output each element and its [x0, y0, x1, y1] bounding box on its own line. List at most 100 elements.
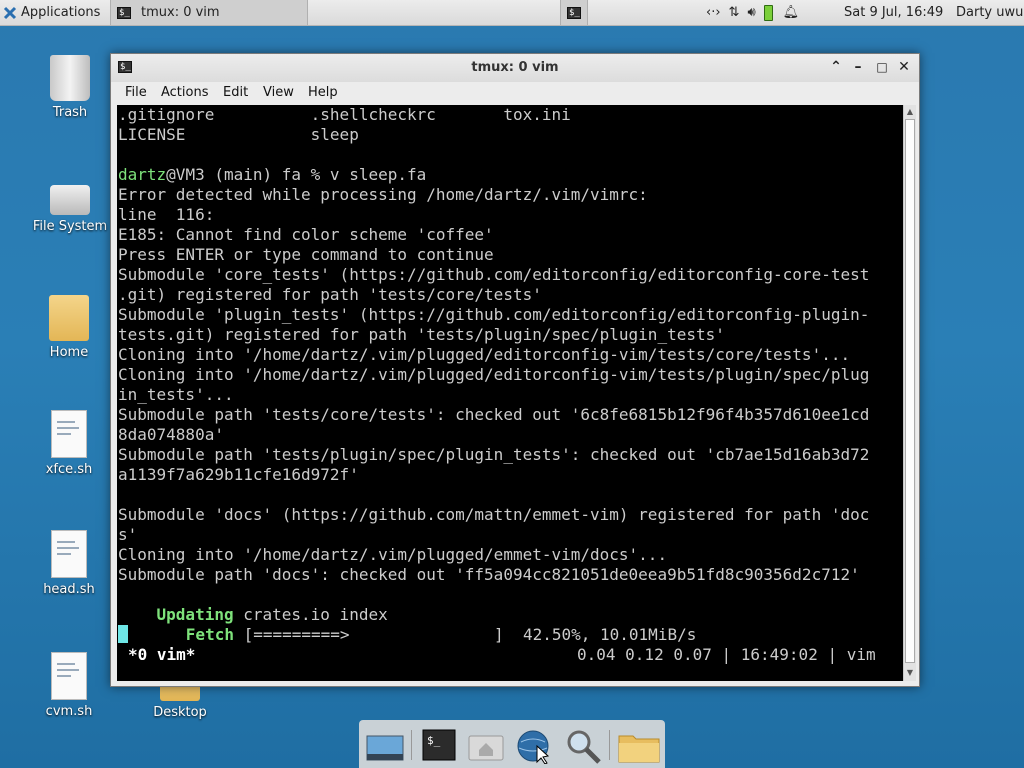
terminal-line: Submodule 'plugin_tests' (https://github… [118, 305, 870, 324]
terminal-line: in_tests'... [118, 385, 234, 404]
scroll-up-arrow-icon[interactable]: ▲ [905, 107, 915, 117]
bottom-dock: $_ [359, 720, 665, 768]
terminal-line: LICENSE sleep [118, 125, 359, 144]
terminal-line: line 116: [118, 205, 215, 224]
desktop-icon-home[interactable]: Home [24, 295, 114, 360]
transfer-icon[interactable]: ⇅ [729, 5, 740, 20]
script-file-icon [51, 410, 87, 458]
battery-icon[interactable] [763, 4, 773, 21]
applications-menu-button[interactable]: Applications [0, 0, 100, 25]
cargo-fetch-line: Fetch [=========> ] 42.50%, 10.01MiB/s [118, 625, 696, 645]
updating-text: crates.io index [233, 605, 388, 624]
terminal-output[interactable]: .gitignore .shellcheckrc tox.ini LICENSE… [117, 105, 903, 681]
dock-folder-button[interactable] [617, 728, 660, 764]
drive-icon [50, 185, 90, 215]
show-desktop-icon [366, 735, 404, 761]
system-tray: ‹·› ⇅ 🔊︎ 🔔︎ [706, 0, 807, 25]
terminal-icon: $_ [567, 6, 581, 19]
cargo-updating-line: Updating crates.io index [118, 605, 388, 625]
script-file-icon [51, 652, 87, 700]
terminal-line: Submodule 'docs' (https://github.com/mat… [118, 505, 870, 524]
desktop-icon-head-sh[interactable]: head.sh [24, 530, 114, 597]
notification-bell-icon[interactable]: 🔔︎ [783, 5, 800, 20]
desktop-icon-cvm-sh[interactable]: cvm.sh [24, 652, 114, 719]
network-icon[interactable]: ‹·› [706, 5, 721, 20]
prompt-user: dartz [118, 165, 167, 184]
shade-button[interactable]: ⌃ [827, 58, 845, 76]
terminal-line: Cloning into '/home/dartz/.vim/plugged/e… [118, 365, 870, 384]
desktop-icon-label: cvm.sh [45, 704, 93, 719]
applications-label: Applications [21, 5, 101, 20]
home-folder-icon [468, 735, 504, 761]
terminal-line: .gitignore .shellcheckrc tox.ini [118, 105, 571, 124]
updating-label: Updating [156, 605, 234, 624]
terminal-line: Submodule path 'tests/plugin/spec/plugin… [118, 445, 870, 464]
magnifier-search-icon [567, 730, 601, 764]
close-button[interactable]: ✕ [895, 58, 913, 76]
terminal-line: a1139f7a629b11cfe16d972f' [118, 465, 359, 484]
tmux-status-right: 0.04 0.12 0.07 | 16:49:02 | vim [577, 645, 876, 664]
desktop-icon-label: head.sh [43, 582, 95, 597]
scrollbar-thumb[interactable] [905, 119, 915, 663]
window-titlebar[interactable]: $_ tmux: 0 vim ⌃ – □ ✕ [111, 54, 919, 82]
desktop-icon-xfce-sh[interactable]: xfce.sh [24, 410, 114, 477]
minimize-button[interactable]: – [849, 58, 867, 76]
menu-bar: File Actions Edit View Help [111, 82, 919, 105]
volume-icon[interactable]: 🔊︎ [747, 5, 755, 20]
terminal-icon: $_ [117, 6, 131, 19]
terminal-line: Error detected while processing /home/da… [118, 185, 648, 204]
terminal-line: s' [118, 525, 138, 544]
trash-icon [50, 55, 90, 101]
menu-view[interactable]: View [263, 85, 294, 100]
dock-file-manager-button[interactable] [465, 728, 505, 764]
desktop-icon-label: Home [49, 345, 89, 360]
dock-web-browser-button[interactable] [513, 728, 553, 765]
svg-text:$_: $_ [427, 734, 441, 747]
dock-separator [411, 730, 412, 760]
menu-edit[interactable]: Edit [223, 85, 248, 100]
maximize-button[interactable]: □ [873, 58, 891, 76]
top-panel: Applications $_ tmux: 0 vim $_ ‹·› ⇅ 🔊︎ … [0, 0, 1024, 26]
script-file-icon [51, 530, 87, 578]
tmux-status-left: *0 vim* [128, 645, 196, 664]
terminal-line: Press ENTER or type command to continue [118, 245, 494, 264]
fetch-progress: [=========> ] 42.50%, 10.01MiB/s [233, 625, 697, 644]
terminal-icon: $_ [422, 729, 456, 761]
terminal-window: $_ tmux: 0 vim ⌃ – □ ✕ File Actions Edit… [110, 53, 920, 687]
terminal-line: Submodule path 'tests/core/tests': check… [118, 405, 870, 424]
desktop-icon-label: xfce.sh [45, 462, 93, 477]
fetch-label: Fetch [185, 625, 234, 644]
dock-search-button[interactable] [563, 728, 603, 764]
user-menu[interactable]: Darty uwu [956, 0, 1023, 25]
menu-file[interactable]: File [125, 85, 147, 100]
terminal-line: Submodule path 'docs': checked out 'ff5a… [118, 565, 860, 584]
desktop-icon-label: Desktop [153, 705, 207, 720]
terminal-scrollbar[interactable]: ▲ ▼ [903, 105, 916, 681]
clock[interactable]: Sat 9 Jul, 16:49 [844, 0, 943, 25]
web-browser-globe-icon [517, 730, 550, 765]
menu-help[interactable]: Help [308, 85, 338, 100]
desktop-icon-trash[interactable]: Trash [25, 55, 115, 120]
menu-actions[interactable]: Actions [161, 85, 209, 100]
desktop-icon-file-system[interactable]: File System [25, 175, 115, 234]
show-desktop-button[interactable] [365, 728, 405, 764]
dock-separator [609, 730, 610, 760]
terminal-line: tests.git) registered for path 'tests/pl… [118, 325, 725, 344]
terminal-line: E185: Cannot find color scheme 'coffee' [118, 225, 494, 244]
xfce-logo-icon [3, 6, 17, 19]
shell-prompt-line: dartz@VM3 (main) fa % v sleep.fa [118, 165, 426, 185]
terminal-line: Cloning into '/home/dartz/.vim/plugged/e… [118, 345, 851, 364]
scroll-down-arrow-icon[interactable]: ▼ [905, 668, 915, 678]
terminal-line: .git) registered for path 'tests/core/te… [118, 285, 542, 304]
taskbar-window-button[interactable]: $_ tmux: 0 vim [110, 0, 308, 25]
window-title: tmux: 0 vim [471, 60, 559, 75]
dock-terminal-button[interactable]: $_ [419, 728, 459, 764]
prompt-command: @VM3 (main) fa % v sleep.fa [166, 165, 427, 184]
terminal-launcher-button[interactable]: $_ [560, 0, 588, 25]
taskbar-window-title: tmux: 0 vim [141, 5, 220, 20]
home-folder-icon [49, 295, 89, 341]
folder-icon [618, 735, 660, 763]
desktop-icon-label: Trash [52, 105, 88, 120]
terminal-cursor [118, 625, 128, 643]
desktop-icon-label: File System [32, 219, 108, 234]
